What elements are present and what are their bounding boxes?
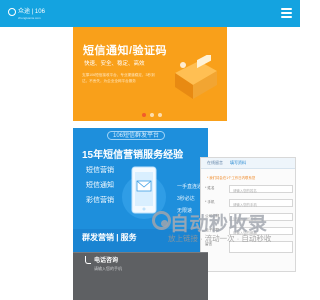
- footer-bar: 电话咨询 请输入您的手机: [73, 252, 208, 300]
- watermark: 自动秒收录 放上链接 · 流动一次 · 自动秒收: [150, 209, 300, 249]
- mailbox-illustration-icon: [175, 55, 217, 99]
- watermark-sub-text: 放上链接 · 流动一次 · 自动秒收: [168, 234, 272, 243]
- footer-subtitle: 请输入您的手机: [94, 266, 122, 271]
- top-nav-bar: 众途 | 106 zhongtusms.com: [0, 0, 300, 27]
- promo-badge: 106短信群发平台: [107, 131, 166, 140]
- carousel-dot[interactable]: [150, 113, 154, 117]
- name-field[interactable]: 请输入您的姓名: [229, 185, 293, 193]
- watermark-logo-icon: [152, 211, 171, 230]
- carousel-dot[interactable]: [142, 113, 146, 117]
- hero-description: 支撑106短信接收平台，专业渠道稳定，3秒到达，不丢失，为企业全网平台服务: [82, 73, 155, 83]
- logo-subtitle: zhongtusms.com: [18, 16, 41, 20]
- logo-icon: [8, 8, 16, 16]
- name-placeholder: 请输入您的姓名: [233, 188, 257, 193]
- site-logo[interactable]: 众途 | 106: [8, 8, 45, 16]
- name-label: * 姓名: [205, 186, 215, 190]
- page-root: 众途 | 106 zhongtusms.com 短信通知/验证码 快速、安全、稳…: [0, 0, 300, 300]
- tab-fill-info[interactable]: 填写资料: [230, 160, 246, 166]
- hero-banner[interactable]: 短信通知/验证码 快速、安全、稳定、高效 支撑106短信接收平台，专业渠道稳定，…: [73, 27, 227, 121]
- hero-title: 短信通知/验证码: [83, 45, 168, 57]
- carousel-dot[interactable]: [158, 113, 162, 117]
- form-tabs: 在线留言 填写资料: [201, 158, 295, 169]
- phone-placeholder: 请输入您的手机: [233, 202, 257, 207]
- phone-field[interactable]: 请输入您的手机: [229, 199, 293, 207]
- logo-text: 众途 | 106: [18, 8, 45, 15]
- promo-bottom-text: 群发营销 | 服务: [82, 233, 137, 242]
- form-row-phone: * 手机 请输入您的手机: [205, 199, 295, 207]
- tab-online-message[interactable]: 在线留言: [207, 160, 223, 166]
- form-required-note: * 我们将会在1个工作日内联系您: [207, 176, 256, 180]
- form-row-name: * 姓名 请输入您的姓名: [205, 185, 295, 193]
- carousel-dots: [142, 113, 162, 117]
- hero-tags: 快速、安全、稳定、高效: [84, 61, 145, 67]
- footer-divider: [73, 252, 208, 253]
- footer-phone-consult[interactable]: 电话咨询: [94, 255, 118, 264]
- promo-feature-list: 短信营销 短信通知 彩信营销: [86, 163, 114, 208]
- promo-title: 15年短信营销服务经验: [82, 150, 184, 161]
- promo-feature-item: 彩信营销: [86, 197, 114, 204]
- promo-feature-item: 短信通知: [86, 182, 114, 189]
- phone-label: * 手机: [205, 200, 215, 204]
- menu-icon[interactable]: [281, 8, 292, 18]
- watermark-main-text: 自动秒收录: [170, 214, 268, 235]
- phone-icon: [85, 256, 91, 264]
- promo-feature-item: 短信营销: [86, 167, 114, 174]
